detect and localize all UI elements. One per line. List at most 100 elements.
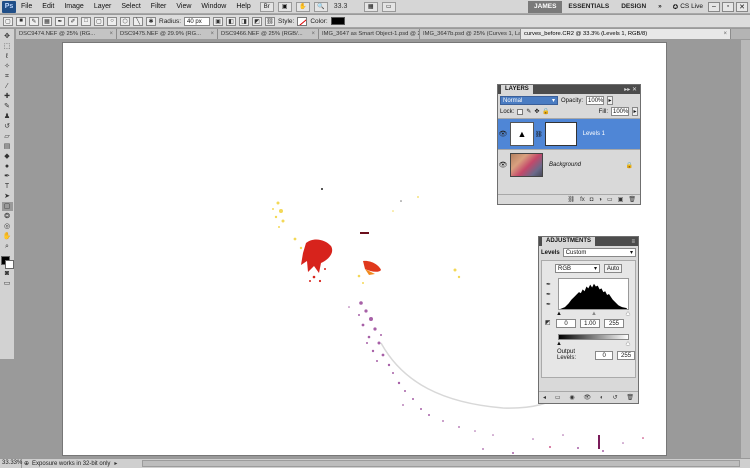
close-window-button[interactable]: ✕	[736, 1, 748, 12]
trash-icon[interactable]: 🗑	[628, 196, 636, 203]
menu-select[interactable]: Select	[116, 3, 145, 10]
gradient-tool-icon[interactable]: ▤	[2, 142, 13, 151]
opacity-input[interactable]: 100%	[586, 96, 605, 105]
rounded-rectangle-icon[interactable]: ▢	[94, 16, 104, 26]
maximize-button[interactable]: ▫	[722, 1, 734, 12]
pen-tool-icon[interactable]: ✒	[2, 172, 13, 181]
layer-mask-thumbnail[interactable]	[544, 122, 577, 146]
shape-area-intersect-icon[interactable]: ◨	[239, 16, 250, 26]
blur-tool-icon[interactable]: ◆	[2, 152, 13, 161]
output-white-field[interactable]: 255	[617, 350, 635, 360]
status-zoom[interactable]: 33.33%	[0, 459, 22, 468]
freeform-pen-icon[interactable]: ✐	[68, 16, 78, 26]
3d-rotate-tool-icon[interactable]: ❂	[2, 212, 13, 221]
lasso-tool-icon[interactable]: ℓ	[2, 52, 13, 61]
tab-dsc9466[interactable]: DSC9466.NEF @ 25% (RGB/... ×	[218, 29, 319, 39]
eye-icon[interactable]: 👁	[498, 161, 508, 169]
lock-image-icon[interactable]: ✎	[526, 108, 531, 115]
quick-mask-icon[interactable]: ◙	[2, 269, 13, 278]
workspace-design-button[interactable]: DESIGN	[615, 1, 652, 13]
tab-dsc9475[interactable]: DSC9475.NEF @ 29.9% (RG... ×	[117, 29, 218, 39]
fill-input[interactable]: 100%	[611, 107, 629, 116]
minibridge-icon[interactable]: ▣	[277, 1, 292, 12]
preset-select[interactable]: Custom	[562, 248, 636, 257]
lock-position-icon[interactable]: ✥	[534, 108, 539, 115]
input-white-field[interactable]: 255	[604, 319, 624, 328]
adjustments-panel-titlebar[interactable]: ADJUSTMENTS ≡	[539, 237, 638, 246]
link-icon[interactable]: ⛓	[265, 16, 276, 26]
close-icon[interactable]: ×	[109, 29, 113, 39]
auto-button[interactable]: Auto	[604, 264, 622, 273]
path-select-tool-icon[interactable]: ➤	[2, 192, 13, 201]
move-tool-icon[interactable]: ✥	[2, 32, 13, 41]
marquee-tool-icon[interactable]: ⬚	[2, 42, 13, 51]
clone-stamp-tool-icon[interactable]: ♟	[2, 112, 13, 121]
workspace-james-button[interactable]: JAMES	[528, 0, 563, 13]
reset-icon[interactable]: ↺	[612, 394, 617, 401]
healing-tool-icon[interactable]: ✚	[2, 92, 13, 101]
history-brush-tool-icon[interactable]: ↺	[2, 122, 13, 131]
eraser-tool-icon[interactable]: ▱	[2, 132, 13, 141]
tab-img3647b[interactable]: IMG_3647b.psd @ 25% (Curves 1, Lay...×	[420, 29, 521, 39]
type-tool-icon[interactable]: T	[2, 182, 13, 191]
visibility-icon[interactable]: 👁	[584, 394, 592, 401]
line-icon[interactable]: ╲	[133, 16, 143, 26]
minimize-button[interactable]: –	[708, 1, 720, 12]
shape-area-add-icon[interactable]: ▣	[213, 16, 224, 26]
menu-edit[interactable]: Edit	[37, 3, 59, 10]
clipping-icon[interactable]: ◩	[545, 319, 551, 326]
black-point-slider[interactable]: ▲	[556, 311, 562, 317]
layer-name[interactable]: Background	[549, 162, 581, 168]
quick-select-tool-icon[interactable]: ✧	[2, 62, 13, 71]
gray-eyedropper-icon[interactable]: ✒	[546, 291, 551, 298]
group-folder-icon[interactable]: ▭	[607, 196, 613, 203]
ellipse-icon[interactable]: ○	[107, 16, 117, 26]
panel-menu-icon[interactable]: ≡	[631, 239, 635, 245]
layer-row-levels[interactable]: 👁 ▲ ⛓ Levels 1	[498, 118, 640, 149]
layers-panel-titlebar[interactable]: LAYERS ▸▸ ✕	[498, 85, 640, 94]
hand-tool-icon[interactable]: ✋	[2, 232, 13, 241]
eyedropper-tool-icon[interactable]: ⁄	[2, 82, 13, 91]
polygon-icon[interactable]: ⬡	[120, 16, 130, 26]
black-eyedropper-icon[interactable]: ✒	[546, 281, 551, 288]
shape-area-exclude-icon[interactable]: ◩	[252, 16, 263, 26]
custom-shape-icon[interactable]: ✱	[146, 16, 156, 26]
input-black-field[interactable]: 0	[556, 319, 576, 328]
layer-row-background[interactable]: 👁 Background 🔒	[498, 149, 640, 180]
gamma-slider[interactable]: ▲	[591, 311, 597, 317]
view-previous-icon[interactable]: ◐	[600, 395, 604, 401]
workspace-more-button[interactable]: »	[652, 1, 668, 13]
tab-curves-before[interactable]: curves_before.CR2 @ 33.3% (Levels 1, RGB…	[521, 29, 731, 39]
menu-layer[interactable]: Layer	[89, 3, 117, 10]
delete-adjustment-icon[interactable]: 🗑	[626, 394, 634, 401]
radius-input[interactable]: 40 px	[184, 16, 211, 26]
screen-mode-icon[interactable]: ▭	[381, 1, 396, 12]
expand-view-icon[interactable]: ▭	[555, 394, 561, 401]
blend-mode-select[interactable]: Normal	[500, 96, 558, 106]
input-gamma-field[interactable]: 1.00	[580, 319, 600, 328]
fill-pixels-icon[interactable]: ▦	[42, 16, 52, 26]
channel-select[interactable]: RGB	[555, 264, 600, 273]
panel-collapse-icon[interactable]: ▸▸ ✕	[624, 86, 637, 93]
screen-mode-tool-icon[interactable]: ▭	[2, 279, 13, 288]
background-color-swatch[interactable]	[4, 260, 14, 269]
vertical-scrollbar[interactable]	[741, 40, 750, 458]
3d-orbit-tool-icon[interactable]: ◎	[2, 222, 13, 231]
link-chain-icon[interactable]: ⛓	[535, 131, 543, 138]
fill-slider-arrow-icon[interactable]: ▸	[632, 107, 638, 116]
layers-panel-tab[interactable]: LAYERS	[501, 85, 533, 94]
menu-help[interactable]: Help	[231, 3, 255, 10]
output-black-slider[interactable]: ▲	[556, 341, 562, 347]
horizontal-scrollbar[interactable]	[142, 460, 740, 467]
path-icon[interactable]: ✎	[29, 16, 39, 26]
adjustments-panel-tab[interactable]: ADJUSTMENTS	[542, 237, 596, 246]
menu-window[interactable]: Window	[196, 3, 231, 10]
dodge-tool-icon[interactable]: ●	[2, 162, 13, 171]
pen-icon[interactable]: ✒	[55, 16, 65, 26]
close-icon[interactable]: ×	[723, 29, 727, 39]
hand-tool-icon[interactable]: ✋	[295, 1, 310, 12]
new-layer-icon[interactable]: ▣	[618, 196, 624, 203]
add-mask-icon[interactable]: ◘	[590, 197, 594, 203]
close-icon[interactable]: ×	[311, 29, 315, 39]
return-to-list-icon[interactable]: ◂	[543, 394, 546, 401]
